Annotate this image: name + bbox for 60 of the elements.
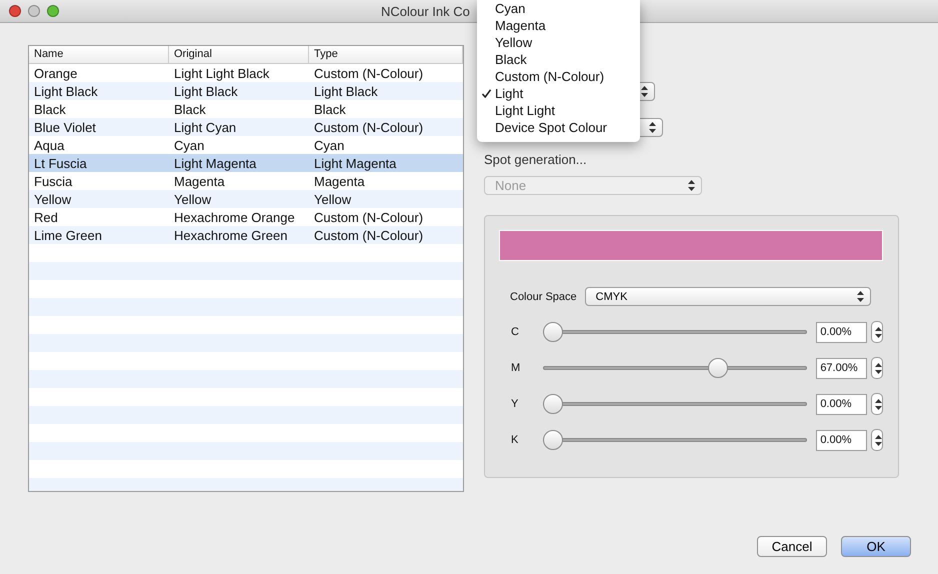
column-header[interactable]: Original bbox=[169, 46, 309, 63]
table-row[interactable]: Light Black Light Black Light Black bbox=[29, 82, 463, 100]
table-cell-text: Yellow bbox=[173, 192, 212, 206]
table-cell-text: Yellow bbox=[33, 192, 72, 206]
table-cell-text: Light Black bbox=[313, 84, 379, 98]
table-cell-text: Black bbox=[173, 102, 207, 116]
table-cell-text: Hexachrome Orange bbox=[173, 210, 296, 224]
table-cell-text: Magenta bbox=[313, 174, 366, 188]
window-title: NColour Ink Co bbox=[381, 4, 470, 18]
table-row[interactable]: Lime Green Hexachrome Green Custom (N-Colour) bbox=[29, 226, 463, 244]
table-cell-text: Custom (N-Colour) bbox=[313, 210, 424, 224]
channel-label: M bbox=[511, 362, 522, 374]
table-cell-text: Light Magenta bbox=[313, 156, 398, 170]
dialog-button[interactable]: OK bbox=[841, 536, 911, 557]
colour-space-label: Colour Space bbox=[510, 290, 577, 302]
table-cell-text: Hexachrome Green bbox=[173, 228, 288, 242]
value-field[interactable]: 0.00% bbox=[816, 322, 868, 342]
table-cell-text: Cyan bbox=[313, 138, 346, 152]
table-cell-text: Lt Fuscia bbox=[33, 156, 88, 170]
menu-item[interactable]: Light bbox=[477, 85, 640, 102]
menu-item[interactable]: Custom (N-Colour) bbox=[477, 68, 640, 85]
channel-label: K bbox=[511, 434, 520, 446]
dialog-button[interactable]: Cancel bbox=[757, 536, 827, 557]
table-cell-text: Custom (N-Colour) bbox=[313, 120, 424, 134]
spot-generation-label: Spot generation... bbox=[484, 152, 587, 167]
table-cell-text: Light Black bbox=[33, 84, 99, 98]
column-header[interactable]: Type bbox=[309, 46, 463, 63]
table-cell-text: Black bbox=[33, 102, 67, 116]
menu-item[interactable]: Light Light bbox=[477, 102, 640, 119]
table-cell-text: Black bbox=[313, 102, 347, 116]
value-field[interactable]: 0.00% bbox=[816, 394, 868, 414]
table-cell-text: Light Magenta bbox=[173, 156, 258, 170]
table-row[interactable]: Yellow Yellow Yellow bbox=[29, 190, 463, 208]
table-cell-text: Magenta bbox=[173, 174, 226, 188]
table-row[interactable]: Lt Fuscia Light Magenta Light Magenta bbox=[29, 154, 463, 172]
table-cell-text: Light Cyan bbox=[173, 120, 238, 134]
table-cell-text: Orange bbox=[33, 66, 78, 80]
table-cell-text: Lime Green bbox=[33, 228, 103, 242]
colour-space-dropdown[interactable]: CMYK bbox=[584, 287, 871, 306]
value-field[interactable]: 0.00% bbox=[816, 430, 868, 450]
value-field[interactable]: 67.00% bbox=[816, 358, 868, 378]
channel-label: C bbox=[511, 326, 520, 338]
table-cell-text: Aqua bbox=[33, 138, 66, 152]
table-cell-text: Cyan bbox=[173, 138, 206, 152]
menu-item[interactable]: Black bbox=[477, 51, 640, 68]
menu-item[interactable]: Device Spot Colour bbox=[477, 119, 640, 136]
table-cell-text: Light Light Black bbox=[173, 66, 270, 80]
table-cell-text: Blue Violet bbox=[33, 120, 97, 134]
table-cell-text: Light Black bbox=[173, 84, 239, 98]
table-cell-text: Yellow bbox=[313, 192, 352, 206]
table-cell-text: Custom (N-Colour) bbox=[313, 66, 424, 80]
menu-item[interactable]: Magenta bbox=[477, 17, 640, 34]
table-cell-text: Custom (N-Colour) bbox=[313, 228, 424, 242]
menu-item[interactable]: Yellow bbox=[477, 34, 640, 51]
table-cell-text: Fuscia bbox=[33, 174, 74, 188]
table-cell-text: Red bbox=[33, 210, 59, 224]
column-header[interactable]: Name bbox=[29, 46, 169, 63]
table-row[interactable]: Blue Violet Light Cyan Custom (N-Colour) bbox=[29, 118, 463, 136]
menu-item[interactable]: Cyan bbox=[477, 0, 640, 17]
channel-label: Y bbox=[511, 398, 520, 410]
